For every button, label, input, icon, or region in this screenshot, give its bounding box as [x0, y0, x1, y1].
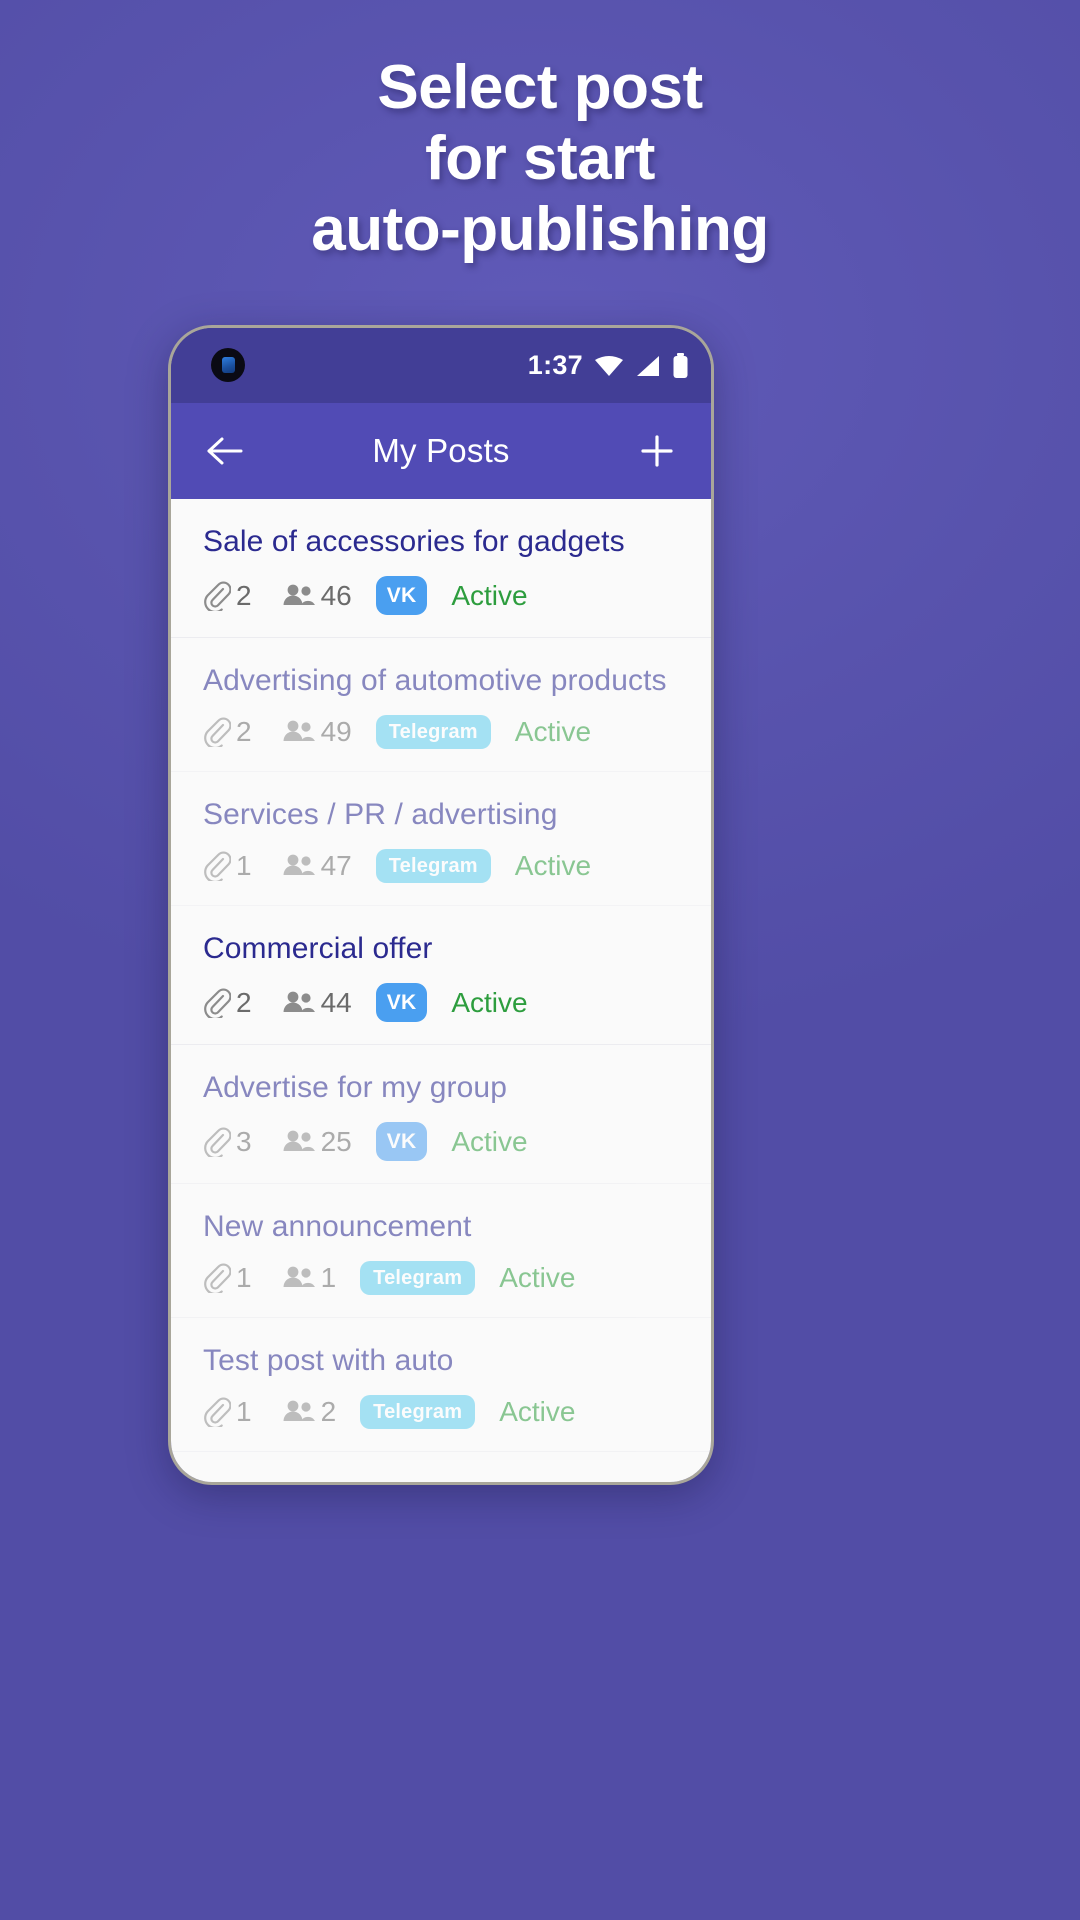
post-meta: 1 2 Telegram Active: [203, 1395, 711, 1429]
paperclip-icon: [204, 717, 231, 747]
post-title: Commercial offer: [203, 932, 433, 965]
platform-chip[interactable]: VK: [375, 983, 428, 1022]
paperclip-icon: [204, 1263, 231, 1293]
platform-chip[interactable]: VK: [375, 1122, 428, 1161]
post-meta: 3 25 VK Active: [203, 1122, 711, 1161]
people-icon: [283, 720, 315, 741]
paperclip-icon: [204, 851, 231, 881]
status-bar-right: 1:37: [528, 350, 689, 381]
post-title: Advertising of automotive products: [203, 664, 667, 697]
status-badge: Active: [451, 986, 528, 1018]
post-meta: 2 44 VK Active: [203, 983, 711, 1022]
recipient-count: 47: [282, 850, 352, 882]
back-arrow-icon: [207, 437, 243, 465]
paperclip-icon: [204, 1397, 231, 1427]
attachment-value: 1: [236, 1262, 252, 1293]
headline-line-3: auto-publishing: [311, 195, 769, 264]
attachment-value: 2: [236, 716, 252, 747]
app-bar: My Posts: [171, 403, 711, 499]
attachment-count: 1: [203, 850, 252, 882]
plus-icon: [641, 435, 673, 467]
attachment-value: 1: [236, 1396, 252, 1427]
post-title: Services / PR / advertising: [203, 798, 558, 831]
post-list[interactable]: Sale of accessories for gadgets 2 46 VK Acti…: [171, 499, 711, 1482]
recipient-count: 46: [282, 580, 352, 612]
platform-chip[interactable]: Telegram: [375, 715, 491, 749]
attachment-count: 1: [203, 1262, 252, 1294]
attachment-value: 2: [236, 579, 252, 611]
attachment-value: 2: [236, 986, 252, 1018]
post-row[interactable]: Sale of accessories for gadgets 2 46 VK Acti…: [171, 499, 711, 638]
headline-line-1: Select post: [377, 53, 703, 122]
post-row[interactable]: Services / PR / advertising 1 47 Telegram Ac…: [171, 772, 711, 906]
people-icon: [283, 1266, 315, 1287]
status-badge: Active: [514, 850, 592, 881]
post-row[interactable]: Advertising of automotive products 2 49 Tel…: [171, 638, 711, 772]
status-badge: Active: [499, 1396, 576, 1427]
recipient-count: 25: [282, 1126, 352, 1158]
status-time: 1:37: [527, 350, 583, 380]
phone-mockup: 1:37 My Posts Sale of accessories for ga…: [168, 325, 714, 1485]
post-row[interactable]: Commercial offer 2 44 VK Active: [171, 906, 711, 1045]
platform-chip[interactable]: VK: [375, 576, 428, 615]
people-icon: [283, 991, 315, 1012]
attachment-value: 3: [236, 1125, 252, 1157]
platform-chip[interactable]: Telegram: [360, 1261, 476, 1295]
recipient-value: 1: [320, 1262, 337, 1293]
recipient-value: 2: [320, 1396, 337, 1427]
recipient-value: 25: [320, 1125, 352, 1157]
wifi-icon: [595, 355, 623, 376]
add-post-button[interactable]: [629, 423, 685, 479]
attachment-value: 1: [236, 850, 252, 881]
post-meta: 2 49 Telegram Active: [203, 715, 711, 749]
recipient-value: 47: [320, 850, 352, 881]
post-meta: 2 46 VK Active: [203, 576, 711, 615]
post-row[interactable]: Test post with auto 1 2 Telegram Active: [171, 1318, 711, 1452]
post-row[interactable]: Smartphone accessories21InstagramActive: [171, 1452, 711, 1482]
post-meta: 1 47 Telegram Active: [203, 849, 711, 883]
recipient-value: 44: [320, 986, 352, 1018]
people-icon: [283, 854, 315, 875]
recipient-count: 1: [282, 1262, 337, 1294]
status-badge: Active: [514, 716, 592, 747]
status-bar: 1:37: [171, 328, 711, 403]
paperclip-icon: [204, 1127, 231, 1157]
front-camera-icon: [211, 348, 245, 382]
recipient-count: 49: [282, 716, 352, 748]
recipient-count: 44: [282, 987, 352, 1019]
post-title: Sale of accessories for gadgets: [203, 525, 625, 558]
attachment-count: 2: [203, 987, 252, 1019]
cellular-signal-icon: [637, 355, 659, 376]
recipient-value: 46: [320, 579, 352, 611]
post-title: Smartphone accessories: [203, 1478, 711, 1482]
platform-chip[interactable]: Telegram: [360, 1395, 476, 1429]
post-row[interactable]: Advertise for my group 3 25 VK Active: [171, 1045, 711, 1184]
post-meta: 1 1 Telegram Active: [203, 1261, 711, 1295]
post-row[interactable]: New announcement 1 1 Telegram Active: [171, 1184, 711, 1318]
camera-lens: [221, 357, 235, 373]
attachment-count: 3: [203, 1126, 252, 1158]
people-icon: [283, 584, 315, 605]
battery-icon: [673, 352, 688, 378]
post-title: Test post with auto: [203, 1344, 454, 1377]
status-badge: Active: [499, 1262, 576, 1293]
post-title: Advertise for my group: [203, 1071, 507, 1104]
paperclip-icon: [204, 988, 231, 1018]
attachment-count: 1: [203, 1396, 252, 1428]
promo-headline: Select post for start auto-publishing: [0, 52, 1080, 265]
people-icon: [283, 1400, 315, 1421]
status-badge: Active: [451, 579, 528, 611]
headline-line-2: for start: [425, 124, 655, 193]
recipient-value: 49: [320, 716, 352, 747]
attachment-count: 2: [203, 716, 252, 748]
people-icon: [283, 1130, 315, 1151]
platform-chip[interactable]: Telegram: [375, 849, 491, 883]
paperclip-icon: [204, 581, 231, 611]
attachment-count: 2: [203, 580, 252, 612]
status-badge: Active: [451, 1125, 528, 1157]
recipient-count: 2: [282, 1396, 337, 1428]
back-button[interactable]: [197, 423, 253, 479]
post-title: New announcement: [203, 1210, 472, 1243]
